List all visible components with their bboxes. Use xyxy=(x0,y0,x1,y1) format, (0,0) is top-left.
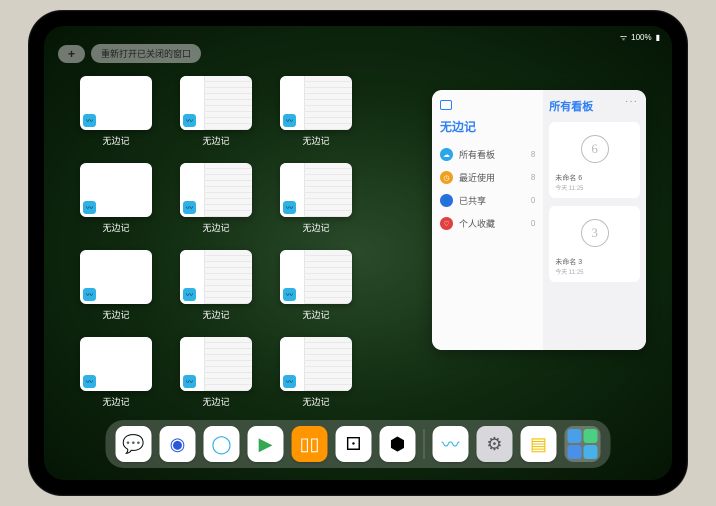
sidebar-item[interactable]: 👤 已共享 0 xyxy=(440,189,535,212)
new-window-button[interactable]: + xyxy=(58,45,85,63)
freeform-app-icon: 〰 xyxy=(183,201,196,214)
category-icon: ☁ xyxy=(440,148,453,161)
thumbnail-label: 无边记 xyxy=(102,308,129,321)
thumbnail-label: 无边记 xyxy=(202,395,229,408)
thumbnail-label: 无边记 xyxy=(302,308,329,321)
dock-app-dice[interactable]: ⚀ xyxy=(336,426,372,462)
battery-icon: ▮ xyxy=(656,33,660,42)
item-count: 0 xyxy=(531,219,535,228)
thumbnail-label: 无边记 xyxy=(202,134,229,147)
category-icon: ◷ xyxy=(440,171,453,184)
board-meta: 未命名 6今天 11:25 xyxy=(555,173,634,192)
panel-sidebar: 无边记 ☁ 所有看板 8 ◷ 最近使用 8 👤 已共享 0 ♡ 个人收藏 0 xyxy=(432,90,543,350)
board-meta: 未命名 3今天 11:25 xyxy=(555,257,634,276)
freeform-app-icon: 〰 xyxy=(283,288,296,301)
freeform-panel[interactable]: ··· 无边记 ☁ 所有看板 8 ◷ 最近使用 8 👤 已共享 0 ♡ 个人收藏 0 所有看板 6 未命… xyxy=(432,90,646,350)
board-card[interactable]: 6 未命名 6今天 11:25 xyxy=(549,122,640,198)
sidebar-toggle-icon[interactable] xyxy=(440,100,452,110)
thumbnail-label: 无边记 xyxy=(302,134,329,147)
category-icon: ♡ xyxy=(440,217,453,230)
dock-app-play[interactable]: ▶ xyxy=(248,426,284,462)
screen: ᯤ 100% ▮ + 重新打开已关闭的窗口 〰无边记〰无边记〰无边记〰无边记〰无… xyxy=(44,26,672,480)
app-window-thumbnail[interactable]: 〰无边记 xyxy=(280,76,352,147)
dock-app-library[interactable] xyxy=(565,426,601,462)
dock-app-books[interactable]: ▯▯ xyxy=(292,426,328,462)
freeform-app-icon: 〰 xyxy=(83,375,96,388)
board-card[interactable]: 3 未命名 3今天 11:25 xyxy=(549,206,640,282)
app-window-thumbnail[interactable]: 〰无边记 xyxy=(280,250,352,321)
sidebar-item-label: 最近使用 xyxy=(459,171,495,184)
item-count: 8 xyxy=(531,150,535,159)
thumbnail-label: 无边记 xyxy=(202,221,229,234)
freeform-app-icon: 〰 xyxy=(183,114,196,127)
app-window-thumbnail[interactable]: 〰无边记 xyxy=(280,337,352,408)
dock-separator xyxy=(424,429,425,459)
item-count: 8 xyxy=(531,173,535,182)
app-window-thumbnail[interactable]: 〰无边记 xyxy=(180,163,252,234)
battery-text: 100% xyxy=(631,33,651,42)
app-window-thumbnail[interactable]: 〰无边记 xyxy=(80,76,152,147)
panel-title: 无边记 xyxy=(440,118,535,135)
freeform-app-icon: 〰 xyxy=(283,201,296,214)
app-window-thumbnail[interactable]: 〰无边记 xyxy=(180,76,252,147)
thumbnail-label: 无边记 xyxy=(202,308,229,321)
dock: 💬◉◯▶▯▯⚀⬢ 〰⚙▤ xyxy=(106,420,611,468)
app-window-thumbnail[interactable]: 〰无边记 xyxy=(180,250,252,321)
thumbnail-label: 无边记 xyxy=(102,134,129,147)
board-sketch: 3 xyxy=(581,219,609,247)
freeform-app-icon: 〰 xyxy=(283,375,296,388)
sidebar-item[interactable]: ☁ 所有看板 8 xyxy=(440,143,535,166)
dock-app-notes[interactable]: ▤ xyxy=(521,426,557,462)
top-controls: + 重新打开已关闭的窗口 xyxy=(58,44,201,63)
app-window-thumbnail[interactable]: 〰无边记 xyxy=(80,163,152,234)
freeform-app-icon: 〰 xyxy=(83,288,96,301)
freeform-app-icon: 〰 xyxy=(83,114,96,127)
panel-content: 所有看板 6未命名 6今天 11:253未命名 3今天 11:25 xyxy=(543,90,646,350)
dock-app-wechat[interactable]: 💬 xyxy=(116,426,152,462)
dock-app-freeform[interactable]: 〰 xyxy=(433,426,469,462)
status-bar: ᯤ 100% ▮ xyxy=(44,30,672,44)
dock-app-browser1[interactable]: ◉ xyxy=(160,426,196,462)
sidebar-item-label: 已共享 xyxy=(459,194,486,207)
thumbnail-label: 无边记 xyxy=(102,221,129,234)
sidebar-item[interactable]: ♡ 个人收藏 0 xyxy=(440,212,535,235)
board-sketch: 6 xyxy=(581,135,609,163)
item-count: 0 xyxy=(531,196,535,205)
thumbnail-label: 无边记 xyxy=(302,221,329,234)
reopen-closed-window-button[interactable]: 重新打开已关闭的窗口 xyxy=(91,44,201,63)
dock-app-qqbrowser[interactable]: ◯ xyxy=(204,426,240,462)
freeform-app-icon: 〰 xyxy=(83,201,96,214)
more-icon[interactable]: ··· xyxy=(625,96,638,107)
app-window-thumbnail[interactable]: 〰无边记 xyxy=(180,337,252,408)
wifi-icon: ᯤ xyxy=(620,32,627,43)
freeform-app-icon: 〰 xyxy=(183,288,196,301)
category-icon: 👤 xyxy=(440,194,453,207)
app-switcher-grid: 〰无边记〰无边记〰无边记〰无边记〰无边记〰无边记〰无边记〰无边记〰无边记〰无边记… xyxy=(80,76,352,408)
thumbnail-label: 无边记 xyxy=(302,395,329,408)
app-window-thumbnail[interactable]: 〰无边记 xyxy=(280,163,352,234)
app-window-thumbnail[interactable]: 〰无边记 xyxy=(80,250,152,321)
sidebar-item-label: 所有看板 xyxy=(459,148,495,161)
app-window-thumbnail[interactable]: 〰无边记 xyxy=(80,337,152,408)
ipad-frame: ᯤ 100% ▮ + 重新打开已关闭的窗口 〰无边记〰无边记〰无边记〰无边记〰无… xyxy=(28,10,688,496)
thumbnail-label: 无边记 xyxy=(102,395,129,408)
dock-app-settings[interactable]: ⚙ xyxy=(477,426,513,462)
freeform-app-icon: 〰 xyxy=(283,114,296,127)
sidebar-item-label: 个人收藏 xyxy=(459,217,495,230)
freeform-app-icon: 〰 xyxy=(183,375,196,388)
sidebar-item[interactable]: ◷ 最近使用 8 xyxy=(440,166,535,189)
dock-app-camera[interactable]: ⬢ xyxy=(380,426,416,462)
